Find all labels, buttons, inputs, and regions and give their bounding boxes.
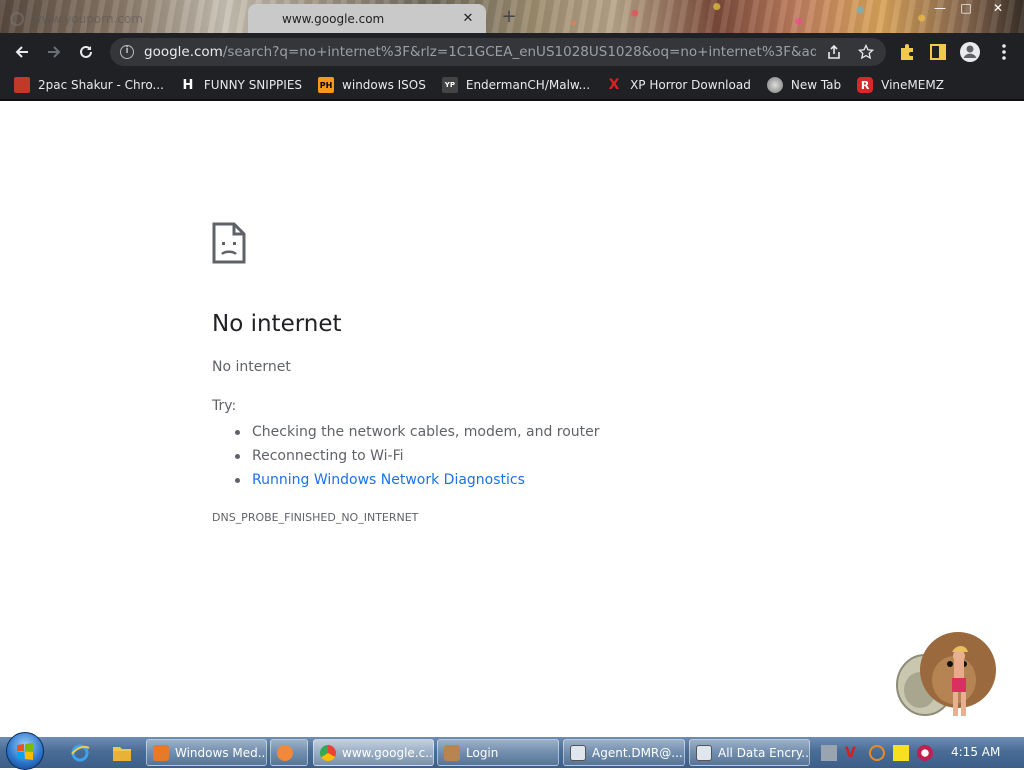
tray-app-icon[interactable] [821,745,837,761]
taskbar-button-label: www.google.c... [342,745,434,760]
login-icon [444,744,460,761]
agent-icon [570,744,586,761]
taskbar-button-media-player[interactable]: Windows Med... [146,739,267,766]
bookmark-label: FUNNY SNIPPIES [203,78,303,92]
bookmark-item[interactable]: New Tab [766,77,842,93]
try-label: Try: [212,398,237,414]
tab-label: www.youporn.com [32,11,143,26]
x-icon: X [608,77,620,93]
taskbar-button-label: Windows Med... [175,745,267,760]
tray-search-icon[interactable] [869,745,885,761]
browser-toolbar: i google.com/search?q=no+internet%3F&rlz… [0,33,1024,71]
bookmark-label: XP Horror Download [630,78,751,92]
suggestion-list: Checking the network cables, modem, and … [235,421,600,493]
bookmark-label: New Tab [790,78,842,92]
maximize-button[interactable]: □ [952,0,980,18]
url-text[interactable]: google.com/search?q=no+internet%3F&rlz=1… [144,44,816,60]
app-icon [277,744,293,761]
bookmark-item[interactable]: R VineMEMZ [857,77,944,93]
explorer-pin[interactable] [104,740,140,766]
url-host: google.com [144,44,223,60]
share-icon[interactable] [826,44,842,60]
reload-button[interactable] [73,40,99,64]
tab-label: www.google.com [282,11,385,26]
media-player-icon [153,744,169,761]
internet-explorer-icon [71,744,90,762]
taskbar-button-app[interactable] [270,739,308,766]
tab-favicon-icon [10,11,24,26]
tab-active[interactable]: www.google.com ✕ [248,4,486,33]
taskbar-button-agent[interactable]: Agent.DMR@... [563,739,685,766]
bookmark-label: 2pac Shakur - Chro... [38,78,164,92]
taskbar-button-label: Agent.DMR@... [592,745,683,760]
bookmark-item[interactable]: YP EndermanCH/Malw... [441,77,591,93]
extensions-puzzle-icon[interactable] [897,42,917,62]
reload-icon [80,45,92,58]
tab-close-icon[interactable]: ✕ [460,11,476,27]
suggestion-item: Reconnecting to Wi-Fi [235,445,600,469]
tray-notes-icon[interactable] [893,745,909,761]
site-info-icon[interactable]: i [120,45,134,59]
profile-avatar-icon[interactable] [959,41,981,63]
back-arrow-icon [15,46,28,58]
bookmark-item[interactable]: PH windows ISOS [318,77,426,93]
bookmark-label: EndermanCH/Malw... [465,78,591,92]
bookmark-item[interactable]: H FUNNY SNIPPIES [180,77,302,93]
ph-icon: PH [318,77,335,93]
bookmark-item[interactable]: 2pac Shakur - Chro... [14,77,164,93]
tab-strip: www.youporn.com www.google.com ✕ + — □ ✕ [0,0,1024,33]
taskbar-button-chrome[interactable]: www.google.c... [313,739,434,766]
2pac-icon [14,77,30,93]
bookmark-item[interactable]: X XP Horror Download [606,77,751,93]
r-icon: R [857,77,874,93]
taskbar-button-login[interactable]: Login [437,739,559,766]
tab-inactive[interactable]: www.youporn.com [0,4,250,33]
close-window-button[interactable]: ✕ [984,0,1012,18]
desktop-mascot-image [896,632,996,716]
bookmark-label: VineMEMZ [881,78,944,92]
error-code: DNS_PROBE_FINISHED_NO_INTERNET [212,511,419,524]
taskbar-button-label: All Data Encry... [718,745,810,760]
h-icon: H [182,77,194,93]
forward-arrow-icon [48,46,61,58]
minimize-button[interactable]: — [926,0,954,18]
tray-v-icon[interactable]: V [845,745,861,761]
page-content: No internet No internet Try: Checking th… [0,103,1024,737]
taskbar-button-label: Login [466,745,499,760]
folder-icon [113,747,131,761]
address-bar[interactable]: i google.com/search?q=no+internet%3F&rlz… [110,38,886,66]
new-tab-button[interactable]: + [498,6,520,28]
url-path: /search?q=no+internet%3F&rlz=1C1GCEA_enU… [222,44,816,60]
globe-icon [766,77,783,93]
windows-logo-icon [17,743,33,760]
suggestion-item: Checking the network cables, modem, and … [235,421,600,445]
network-diagnostics-link[interactable]: Running Windows Network Diagnostics [235,469,600,493]
chrome-icon [320,744,336,761]
taskbar-clock[interactable]: 4:15 AM [951,745,1000,759]
taskbar-button-all-data[interactable]: All Data Encry... [689,739,810,766]
back-button[interactable] [9,40,35,64]
yp-icon: YP [441,77,458,93]
error-title: No internet [212,311,342,337]
bookmark-star-icon[interactable] [858,44,874,60]
menu-kebab-icon[interactable] [994,42,1014,62]
tray-disc-icon[interactable] [917,745,933,761]
window-icon [696,744,712,761]
bookmarks-bar: 2pac Shakur - Chro... H FUNNY SNIPPIES P… [0,71,1024,101]
sad-page-icon [212,222,246,264]
error-subtitle: No internet [212,359,291,375]
side-panel-icon[interactable] [928,42,948,62]
internet-explorer-pin[interactable] [62,740,98,766]
start-button[interactable] [6,732,44,770]
windows-taskbar: Windows Med... www.google.c... Login Age… [0,732,1024,770]
forward-button[interactable] [41,40,67,64]
bookmark-label: windows ISOS [342,78,426,92]
